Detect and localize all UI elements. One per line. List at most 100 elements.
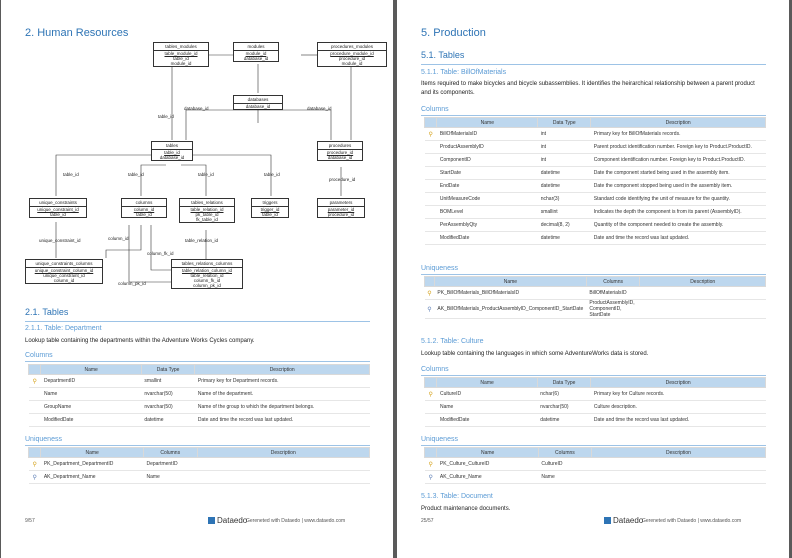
columns-heading: Columns xyxy=(421,106,449,113)
cell-name: ModifiedDate xyxy=(436,231,538,245)
key-cell xyxy=(424,179,437,193)
relationship-label: table_id xyxy=(198,172,214,177)
columns-table-1: Name Data Type Description ⚲ BillOfMaterials… xyxy=(423,117,766,245)
cell-desc: Date and time the record was last update… xyxy=(590,413,766,427)
column-header: Description xyxy=(590,447,767,458)
cell-name: PK_BillOfMaterials_BillOfMaterialsID xyxy=(434,286,587,300)
entity-parameters: parameters parameter_id procedure_id xyxy=(317,198,365,218)
page-number: 25/57 xyxy=(421,518,434,524)
uniqueness-heading: Uniqueness xyxy=(421,265,458,272)
er-diagram: tables_modules table_module_id table_id mod… xyxy=(1,0,393,300)
logo-text: Dataedo xyxy=(217,516,248,525)
column-header: Name xyxy=(40,364,142,375)
cell-desc: Date and time the record was last update… xyxy=(194,413,370,427)
document-page-2: 5. Production 5.1. Tables 5.1.1. Table: … xyxy=(397,0,789,558)
cell-type: nvarchar(50) xyxy=(537,400,591,414)
table-row: EndDate datetime Date the component stoppe… xyxy=(424,179,766,193)
cell-name: AK_BillOfMaterials_ProductAssemblyID_Com… xyxy=(434,299,587,319)
key-cell xyxy=(424,400,437,414)
cell-desc: Standard code identifying the unit of me… xyxy=(590,192,766,206)
table-description-1: Items required to make bicycles and bicy… xyxy=(421,81,755,96)
entity-columns: columns column_id table_id xyxy=(121,198,167,218)
table-row: ProductAssemblyID int Parent product ident… xyxy=(424,140,766,154)
column-header: Description xyxy=(590,377,766,388)
cell-type: nchar(6) xyxy=(537,387,591,401)
cell-desc xyxy=(591,470,766,484)
cell-desc: Name of the group to which the departmen… xyxy=(194,400,370,414)
cell-name: Name xyxy=(436,400,538,414)
key-cell xyxy=(424,413,437,427)
entity-column: database_id xyxy=(245,104,271,109)
cell-name: PerAssemblyQty xyxy=(436,218,538,232)
heading-rule xyxy=(421,115,766,116)
relationship-label: column_id xyxy=(108,236,129,241)
page-number: 9/57 xyxy=(25,518,35,524)
cell-desc: Quantity of the component needed to crea… xyxy=(590,218,766,232)
key-cell xyxy=(424,231,437,245)
key-cell xyxy=(28,387,41,401)
dataedo-logo: Dataedo xyxy=(604,516,643,525)
entity-procedures: procedures procedure_id database_id xyxy=(317,141,363,161)
entity-name: unique_constraints_columns xyxy=(26,260,102,268)
heading-rule xyxy=(25,321,370,322)
table-row: ⚲ PK_BillOfMaterials_BillOfMaterialsID Bil… xyxy=(424,286,766,300)
heading-rule xyxy=(421,375,766,376)
cell-desc xyxy=(197,470,370,484)
column-header: Description xyxy=(194,364,370,375)
column-header: Description xyxy=(590,117,766,128)
cell-type: datetime xyxy=(537,166,591,180)
table-row: Name nvarchar(50) Name of the department. xyxy=(28,387,370,401)
cell-type: smallint xyxy=(141,374,195,388)
generated-with: Gereneted with Dataedo | www.dataedo.com xyxy=(246,518,346,524)
cell-type: int xyxy=(537,127,591,141)
column-header: Data Type xyxy=(537,117,592,128)
entity-procedures-modules: procedures_modules procedure_module_id pro… xyxy=(317,42,387,67)
table-row: PerAssemblyQty decimal(8, 2) Quantity of t… xyxy=(424,218,766,232)
key-icon: ⚲ xyxy=(32,378,37,385)
cell-desc xyxy=(639,286,766,300)
cell-name: StartDate xyxy=(436,166,538,180)
key-icon: ⚲ xyxy=(428,461,433,468)
entity-unique-constraints: unique_constraints unique_constraint_id ta… xyxy=(29,198,87,218)
key-header xyxy=(27,447,42,458)
cell-name: ComponentID xyxy=(436,153,538,167)
dataedo-logo-icon xyxy=(208,517,215,525)
key-cell xyxy=(424,166,437,180)
cell-name: EndDate xyxy=(436,179,538,193)
table-row: UnitMeasureCode nchar(3) Standard code ide… xyxy=(424,192,766,206)
cell-type: datetime xyxy=(537,179,591,193)
cell-desc: Primary key for Department records. xyxy=(194,374,370,388)
key-cell xyxy=(424,192,437,206)
dataedo-logo: Dataedo xyxy=(208,516,247,525)
cell-desc: Date the component stopped being used in… xyxy=(590,179,766,193)
entity-name: modules xyxy=(234,43,278,51)
column-header: Columns xyxy=(142,447,198,458)
column-header: Columns xyxy=(537,447,592,458)
cell-desc: Date the component started being used in… xyxy=(590,166,766,180)
relationship-label: database_id xyxy=(184,106,209,111)
entity-name: procedures xyxy=(318,142,362,150)
uniqueness-table-1: Name Columns Description ⚲ PK_BillOfMaterial… xyxy=(424,276,766,319)
cell-type: datetime xyxy=(141,413,195,427)
relationship-label: table_id xyxy=(63,172,79,177)
uniqueness-table: Name Columns Description ⚲ PK_Department_Dep… xyxy=(27,447,370,484)
cell-desc xyxy=(591,457,766,471)
table-row: ⚲ AK_Department_Name Name xyxy=(28,470,370,484)
entity-column: table_id xyxy=(136,212,152,217)
key-cell: ⚲ xyxy=(424,286,435,300)
entity-column: table_id xyxy=(50,212,66,217)
logo-text: Dataedo xyxy=(613,516,644,525)
cell-cols: Name xyxy=(143,470,197,484)
entity-databases: databases database_id xyxy=(233,95,283,110)
cell-name: CultureID xyxy=(436,387,538,401)
section-heading: 5. Production xyxy=(421,27,486,39)
key-cell xyxy=(424,218,437,232)
key-header xyxy=(424,276,435,287)
cell-desc: Primary key for BillOfMaterials records. xyxy=(590,127,766,141)
table-row: ModifiedDate datetime Date and time the re… xyxy=(424,413,766,427)
unique-key-icon: ⚲ xyxy=(32,474,37,481)
cell-type: nvarchar(50) xyxy=(141,400,195,414)
key-cell: ⚲ xyxy=(28,470,41,484)
column-header: Data Type xyxy=(536,377,592,388)
table-row: Name nvarchar(50) Culture description. xyxy=(424,400,766,414)
